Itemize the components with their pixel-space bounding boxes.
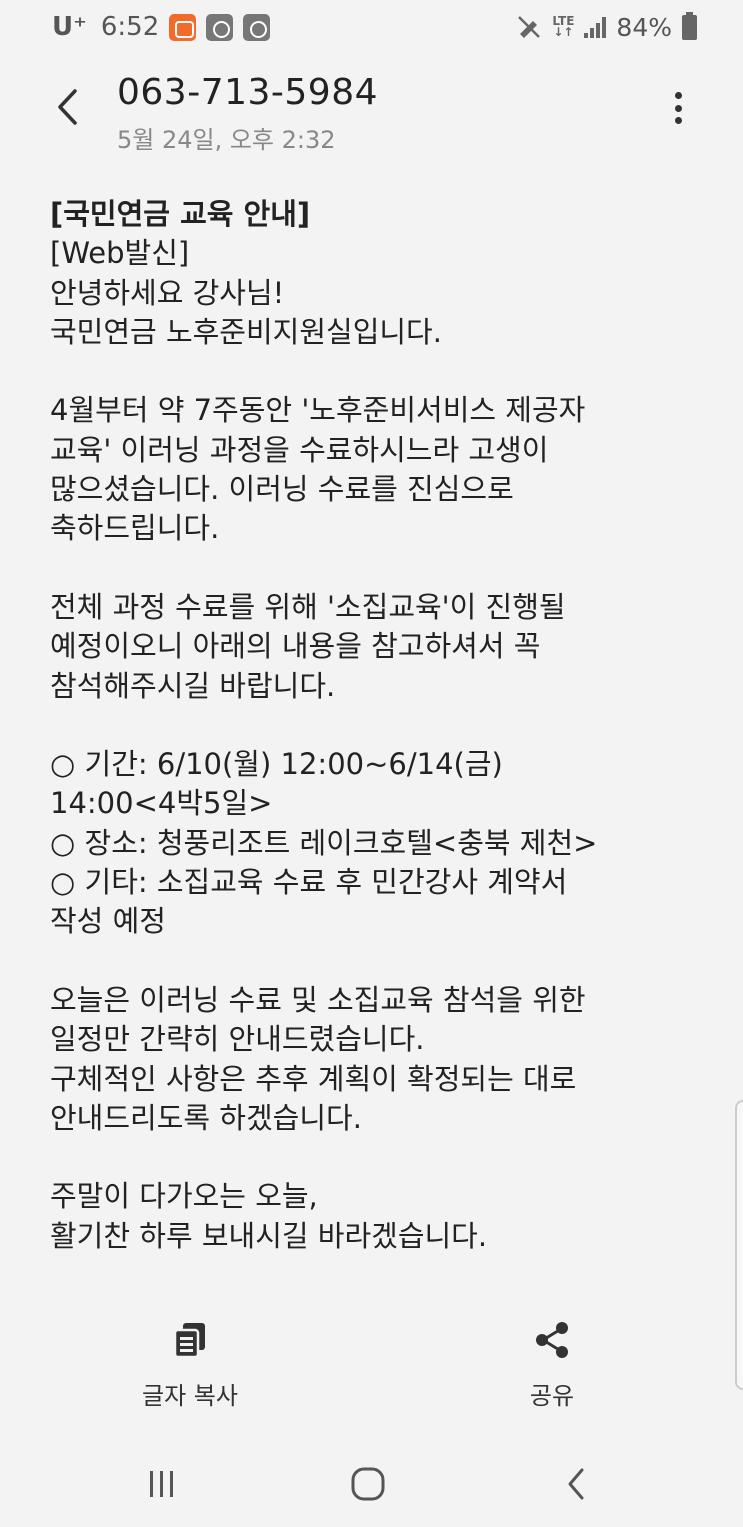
system-back-button[interactable]: [554, 1462, 598, 1506]
message-greeting: [Web발신] 안녕하세요 강사님! 국민연금 노후준비지원실입니다.: [50, 236, 442, 349]
share-icon: [532, 1318, 572, 1362]
back-button[interactable]: [46, 82, 90, 132]
message-title: [국민연금 교육 안내]: [50, 197, 311, 231]
copy-text-label: 글자 복사: [142, 1382, 238, 1410]
system-nav-bar: [0, 1440, 743, 1527]
message-closing: 주말이 다가오는 오늘, 활기찬 하루 보내시길 바라겠습니다.: [50, 1179, 488, 1253]
copy-text-icon: [170, 1318, 210, 1362]
sender-phone-number: 063-713-5984: [117, 72, 379, 113]
network-type-icon: LTE ↓↑: [552, 14, 575, 39]
message-body: [국민연금 교육 안내] [Web발신] 안녕하세요 강사님! 국민연금 노후준…: [50, 195, 690, 1256]
network-type-label: LTE: [552, 14, 575, 28]
chevron-left-icon: [58, 89, 77, 125]
mute-icon: [518, 16, 541, 38]
notification-app-icon: [169, 13, 197, 41]
message-paragraph: 전체 과정 수료를 위해 '소집교육'이 진행될 예정이오니 아래의 내용을 참…: [50, 589, 566, 703]
share-button[interactable]: 공유: [452, 1318, 652, 1411]
home-button[interactable]: [346, 1462, 390, 1506]
battery-icon: [682, 11, 697, 40]
message-paragraph: 4월부터 약 7주동안 '노후준비서비스 제공자 교육' 이러닝 과정을 수료하…: [50, 393, 586, 546]
status-bar: U⁺ 6:52 LTE ↓↑ 84%: [0, 0, 743, 54]
battery-percent: 84%: [616, 12, 672, 42]
status-time: 6:52: [100, 12, 160, 42]
home-icon: [351, 1467, 385, 1500]
recent-apps-button[interactable]: [140, 1462, 184, 1506]
more-options-button[interactable]: [663, 88, 693, 128]
back-arrow-icon: [568, 1468, 584, 1499]
notification-clock-icon: [243, 13, 271, 41]
message-date: 5월 24일, 오후 2:32: [117, 126, 336, 154]
conversation-header: 063-713-5984 5월 24일, 오후 2:32: [0, 60, 743, 160]
carrier-label: U⁺: [52, 12, 87, 42]
action-bar: 글자 복사 공유: [0, 1318, 743, 1418]
notification-camera-icon: [206, 13, 234, 41]
message-details: ○ 기간: 6/10(월) 12:00~6/14(금) 14:00<4박5일> …: [50, 747, 598, 939]
copy-text-button[interactable]: 글자 복사: [90, 1318, 290, 1411]
more-vertical-icon: [674, 92, 682, 99]
share-label: 공유: [529, 1382, 575, 1410]
status-right: LTE ↓↑ 84%: [516, 11, 697, 42]
signal-icon: [584, 16, 607, 38]
status-left: U⁺ 6:52: [52, 12, 271, 42]
message-paragraph: 오늘은 이러닝 수료 및 소집교육 참석을 위한 일정만 간략히 안내드렸습니다…: [50, 982, 586, 1135]
recent-apps-icon: [150, 1470, 173, 1497]
